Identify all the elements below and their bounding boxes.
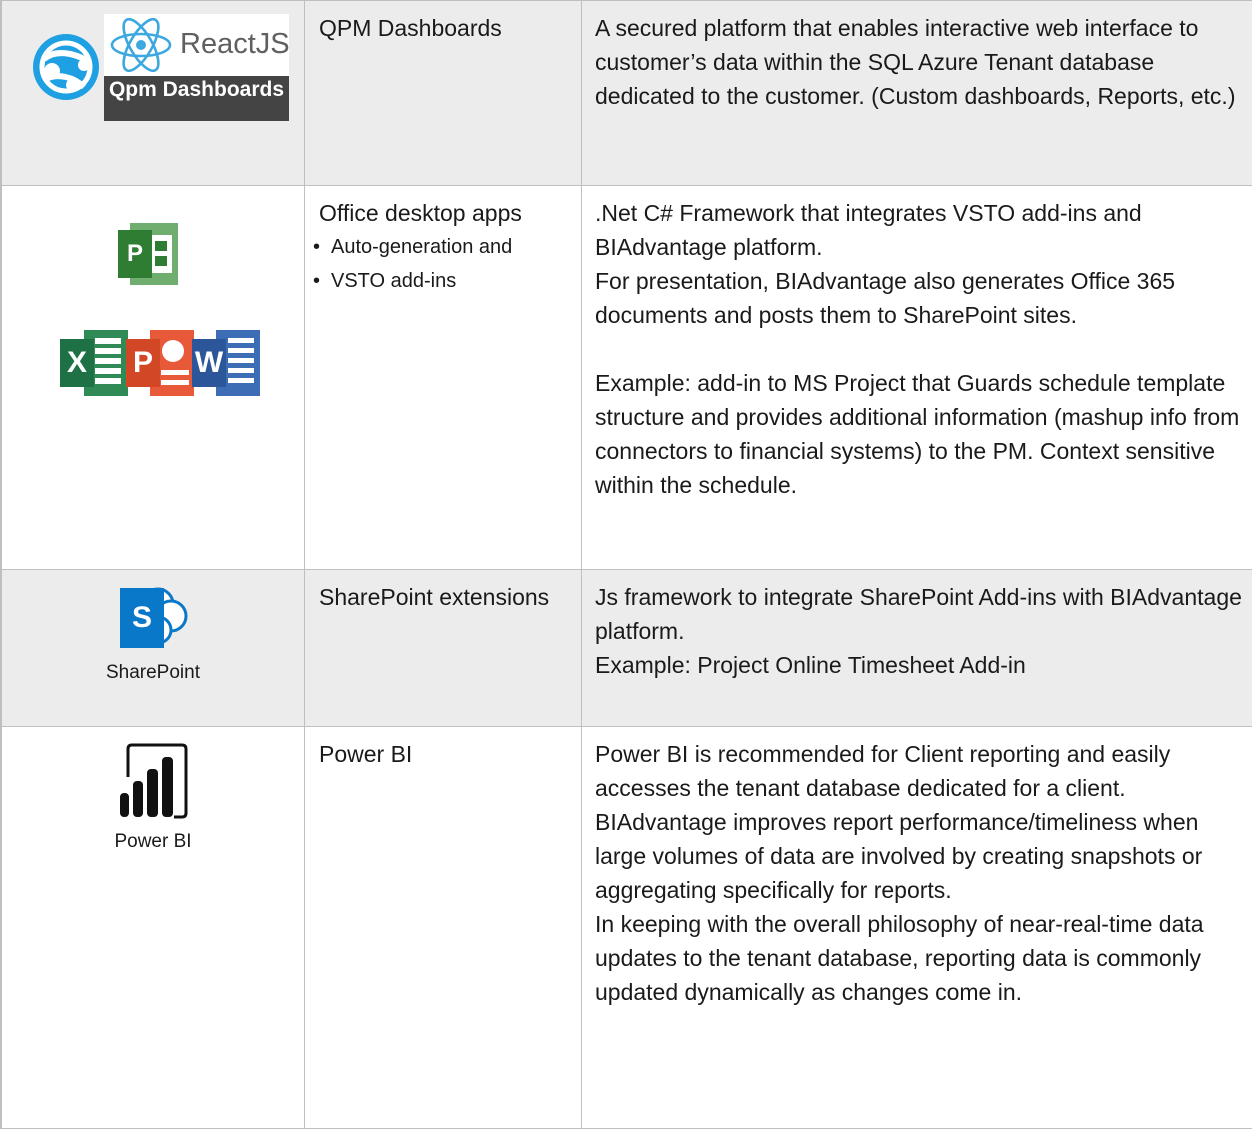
logo-cell: Power BI [1,727,305,1129]
description-paragraph: .Net C# Framework that integrates VSTO a… [595,196,1244,264]
list-item: Auto-generation and [331,230,581,264]
label-cell: QPM Dashboards [305,1,582,186]
table-row-qpm-dashboards: ReactJS Qpm Dashboards QPM Dashboards A … [1,1,1252,186]
description-paragraph: Example: add-in to MS Project that Guard… [595,366,1244,502]
powerpoint-icon: P [126,330,194,396]
integration-table: ReactJS Qpm Dashboards QPM Dashboards A … [0,0,1252,1129]
excel-icon: X [60,330,128,396]
sharepoint-letter: S [120,588,164,648]
row-label: SharePoint extensions [305,570,581,614]
logo-cell: ReactJS Qpm Dashboards [1,1,305,186]
label-cell: Power BI [305,727,582,1129]
word-icon: W [192,330,260,396]
power-bi-caption: Power BI [2,831,304,853]
list-item: VSTO add-ins [331,264,581,298]
word-letter: W [192,339,226,387]
table-row-sharepoint-extensions: S SharePoint SharePoint extensions Js fr… [1,570,1252,727]
logo-cell: S SharePoint [1,570,305,727]
qpm-dashboards-caption: Qpm Dashboards [104,78,289,102]
row-label: Office desktop apps [305,186,581,230]
row-label: Power BI [305,727,581,771]
description-paragraph: Power BI is recommended for Client repor… [595,737,1244,805]
row-label: QPM Dashboards [305,1,581,45]
excel-letter: X [60,339,94,387]
power-bi-icon [118,741,204,821]
react-atom-icon [108,16,174,74]
project-letter: P [118,230,152,278]
description-paragraph: In keeping with the overall philosophy o… [595,907,1244,1009]
description-paragraph: Example: Project Online Timesheet Add-in [595,648,1244,682]
description-cell: Power BI is recommended for Client repor… [582,727,1252,1129]
description-paragraph: For presentation, BIAdvantage also gener… [595,264,1244,332]
bullet-list: Auto-generation and VSTO add-ins [305,230,581,298]
powerpoint-letter: P [126,339,160,387]
description-cell: .Net C# Framework that integrates VSTO a… [582,186,1252,570]
label-cell: SharePoint extensions [305,570,582,727]
label-cell: Office desktop apps Auto-generation and … [305,186,582,570]
table-row-power-bi: Power BI Power BI Power BI is recommende… [1,727,1252,1129]
react-logo-panel: ReactJS Qpm Dashboards [104,14,289,121]
description-paragraph: BIAdvantage improves report performance/… [595,805,1244,907]
description-paragraph: Js framework to integrate SharePoint Add… [595,580,1244,648]
description-cell: A secured platform that enables interact… [582,1,1252,186]
azure-app-service-icon [30,31,102,103]
reactjs-wordmark: ReactJS [180,28,290,61]
description-paragraph: A secured platform that enables interact… [595,11,1244,113]
blank-line [595,332,1244,366]
logo-cell: P X P W [1,186,305,570]
sharepoint-caption: SharePoint [2,662,304,684]
description-cell: Js framework to integrate SharePoint Add… [582,570,1252,727]
sharepoint-icon: S [120,584,190,652]
ms-project-icon: P [118,223,178,285]
table-row-office-desktop-apps: P X P W Office desktop apps [1,186,1252,570]
